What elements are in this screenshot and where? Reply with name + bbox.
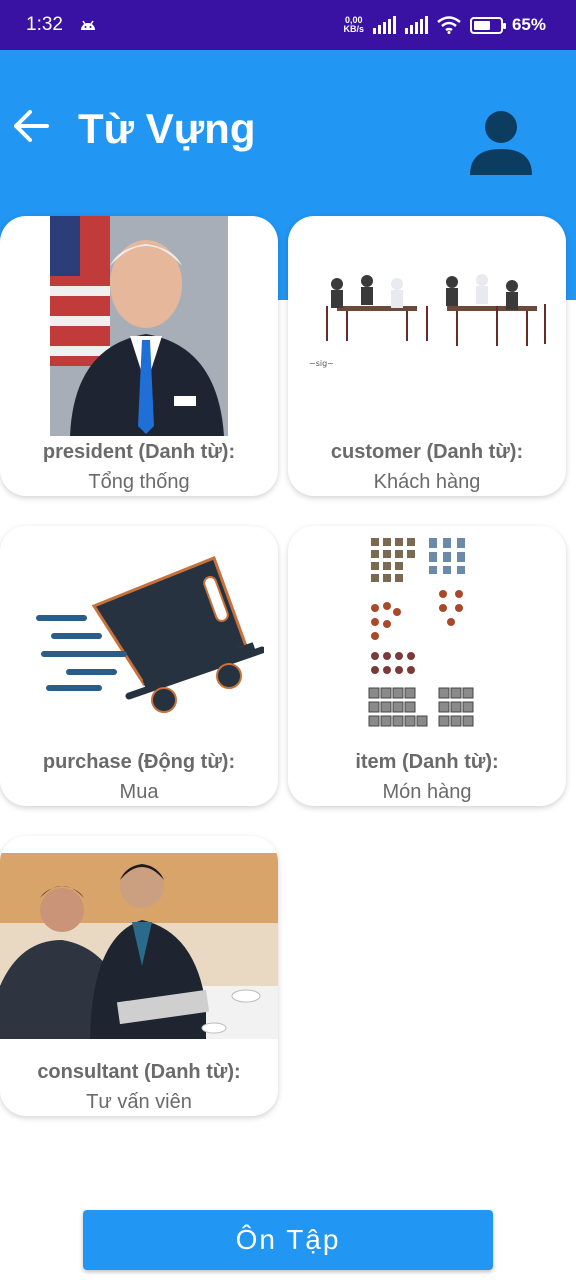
card-word: customer (Danh từ): <box>330 441 524 463</box>
battery-percent: 65% <box>511 15 546 34</box>
card-meaning: Tổng thống <box>88 471 190 493</box>
business-meeting-photo <box>0 836 278 1056</box>
vocab-card-item[interactable]: item (Danh từ): Món hàng <box>288 526 566 806</box>
user-icon <box>470 111 532 175</box>
android-icon <box>80 20 95 30</box>
card-meaning: Tư vấn viên <box>86 1091 192 1113</box>
profile-button[interactable] <box>462 105 540 177</box>
back-button[interactable] <box>10 105 52 147</box>
battery-level <box>473 20 491 30</box>
card-meaning: Mua <box>119 781 159 803</box>
wifi-icon <box>437 16 461 34</box>
card-meaning: Khách hàng <box>373 471 481 493</box>
card-word: president (Danh từ): <box>42 441 236 463</box>
page-title: Từ Vựng <box>78 105 256 152</box>
signal-icon-2 <box>404 16 428 34</box>
status-left: 1:32 <box>26 14 97 36</box>
net-speed: 0,00 KB/s <box>343 16 364 34</box>
shopping-cart <box>0 526 278 746</box>
card-word: item (Danh từ): <box>355 751 499 773</box>
item-sprites <box>288 526 566 746</box>
vocab-card-consultant[interactable]: consultant (Danh từ): Tư vấn viên <box>0 836 278 1116</box>
vocab-card-purchase[interactable]: purchase (Động từ): Mua <box>0 526 278 806</box>
battery-icon <box>469 16 506 34</box>
review-button[interactable]: Ôn Tập <box>83 1210 493 1270</box>
card-word: purchase (Động từ): <box>42 751 236 773</box>
status-bar: 1:32 0,00 KB/s 65% <box>0 0 576 50</box>
net-speed-unit: KB/s <box>343 24 364 34</box>
status-right: 0,00 KB/s 65% <box>343 15 546 35</box>
vocab-card-customer[interactable]: ~sig~ customer (Danh từ): Khách hàng <box>288 216 566 496</box>
status-time: 1:32 <box>26 14 63 35</box>
signal-icon <box>372 16 396 34</box>
people-at-tables: ~sig~ <box>288 216 566 436</box>
vocab-card-president[interactable]: president (Danh từ): Tổng thống <box>0 216 278 496</box>
svg-text:~sig~: ~sig~ <box>309 359 334 368</box>
card-word: consultant (Danh từ): <box>37 1061 241 1083</box>
arrow-left-icon <box>14 110 49 142</box>
card-meaning: Món hàng <box>382 781 472 803</box>
portrait-photo <box>0 216 278 436</box>
